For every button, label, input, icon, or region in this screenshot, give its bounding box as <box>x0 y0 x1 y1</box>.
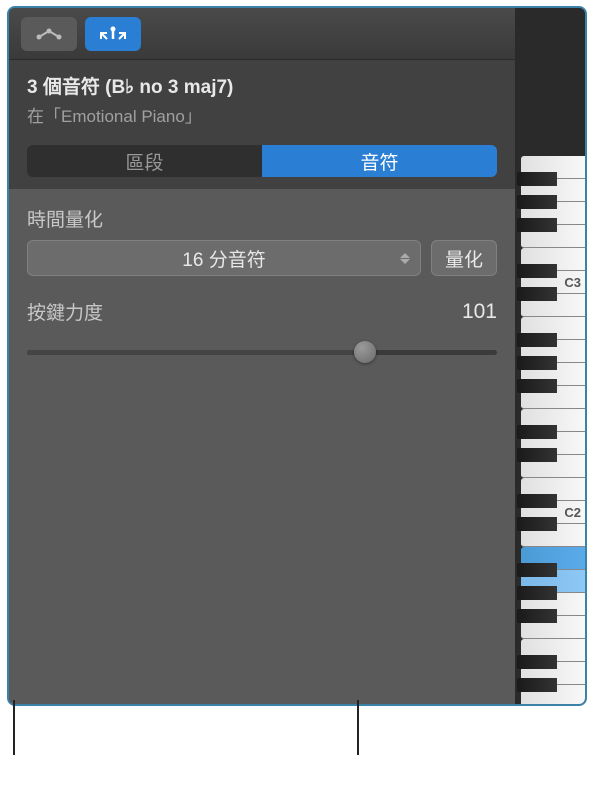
toolbar <box>9 8 515 60</box>
tabs-row: 區段 音符 <box>9 137 515 189</box>
dropdown-arrows-icon <box>400 253 410 264</box>
midi-merge-icon <box>97 25 129 43</box>
tab-notes[interactable]: 音符 <box>262 145 497 177</box>
piano-keyboard: C3 C2 <box>515 8 585 704</box>
quantize-value: 16 分音符 <box>182 245 265 272</box>
inspector-panel: 3 個音符 (B♭ no 3 maj7) 在「Emotional Piano」 … <box>7 6 587 706</box>
velocity-label: 按鍵力度 <box>27 298 103 325</box>
selection-title: 3 個音符 (B♭ no 3 maj7) <box>27 72 497 99</box>
piano-key-black[interactable] <box>517 448 557 462</box>
piano-key-black[interactable] <box>517 425 557 439</box>
piano-key-black[interactable] <box>517 172 557 186</box>
quantize-dropdown[interactable]: 16 分音符 <box>27 240 421 276</box>
piano-key-black[interactable] <box>517 356 557 370</box>
velocity-slider[interactable] <box>27 341 497 363</box>
piano-key-black[interactable] <box>517 586 557 600</box>
slider-thumb[interactable] <box>354 341 376 363</box>
quantize-label: 時間量化 <box>27 205 497 232</box>
quantize-row: 16 分音符 量化 <box>27 240 497 276</box>
piano-key-black[interactable] <box>517 218 557 232</box>
tab-region[interactable]: 區段 <box>27 145 262 177</box>
keys-container: C3 C2 <box>515 156 585 696</box>
callout-lines <box>0 700 609 795</box>
piano-key-black[interactable] <box>517 333 557 347</box>
velocity-value: 101 <box>462 300 497 324</box>
midi-in-tool-button[interactable] <box>85 17 141 51</box>
slider-track <box>27 350 497 355</box>
piano-key-black[interactable] <box>517 609 557 623</box>
piano-key-black[interactable] <box>517 494 557 508</box>
piano-key-black[interactable] <box>517 678 557 692</box>
piano-key-black[interactable] <box>517 655 557 669</box>
slider-fill <box>27 350 370 355</box>
piano-key-black[interactable] <box>517 287 557 301</box>
piano-key-black[interactable] <box>517 195 557 209</box>
velocity-row: 按鍵力度 101 <box>27 298 497 325</box>
automation-tool-button[interactable] <box>21 17 77 51</box>
automation-icon <box>35 27 63 41</box>
quantize-button[interactable]: 量化 <box>431 240 497 276</box>
track-info: 在「Emotional Piano」 <box>27 102 497 127</box>
piano-key-black[interactable] <box>517 379 557 393</box>
header-info: 3 個音符 (B♭ no 3 maj7) 在「Emotional Piano」 <box>9 60 515 137</box>
piano-key-black[interactable] <box>517 264 557 278</box>
controls-area: 時間量化 16 分音符 量化 按鍵力度 101 <box>9 189 515 704</box>
main-area: 3 個音符 (B♭ no 3 maj7) 在「Emotional Piano」 … <box>9 8 515 704</box>
piano-key-black[interactable] <box>517 563 557 577</box>
piano-key-black[interactable] <box>517 517 557 531</box>
